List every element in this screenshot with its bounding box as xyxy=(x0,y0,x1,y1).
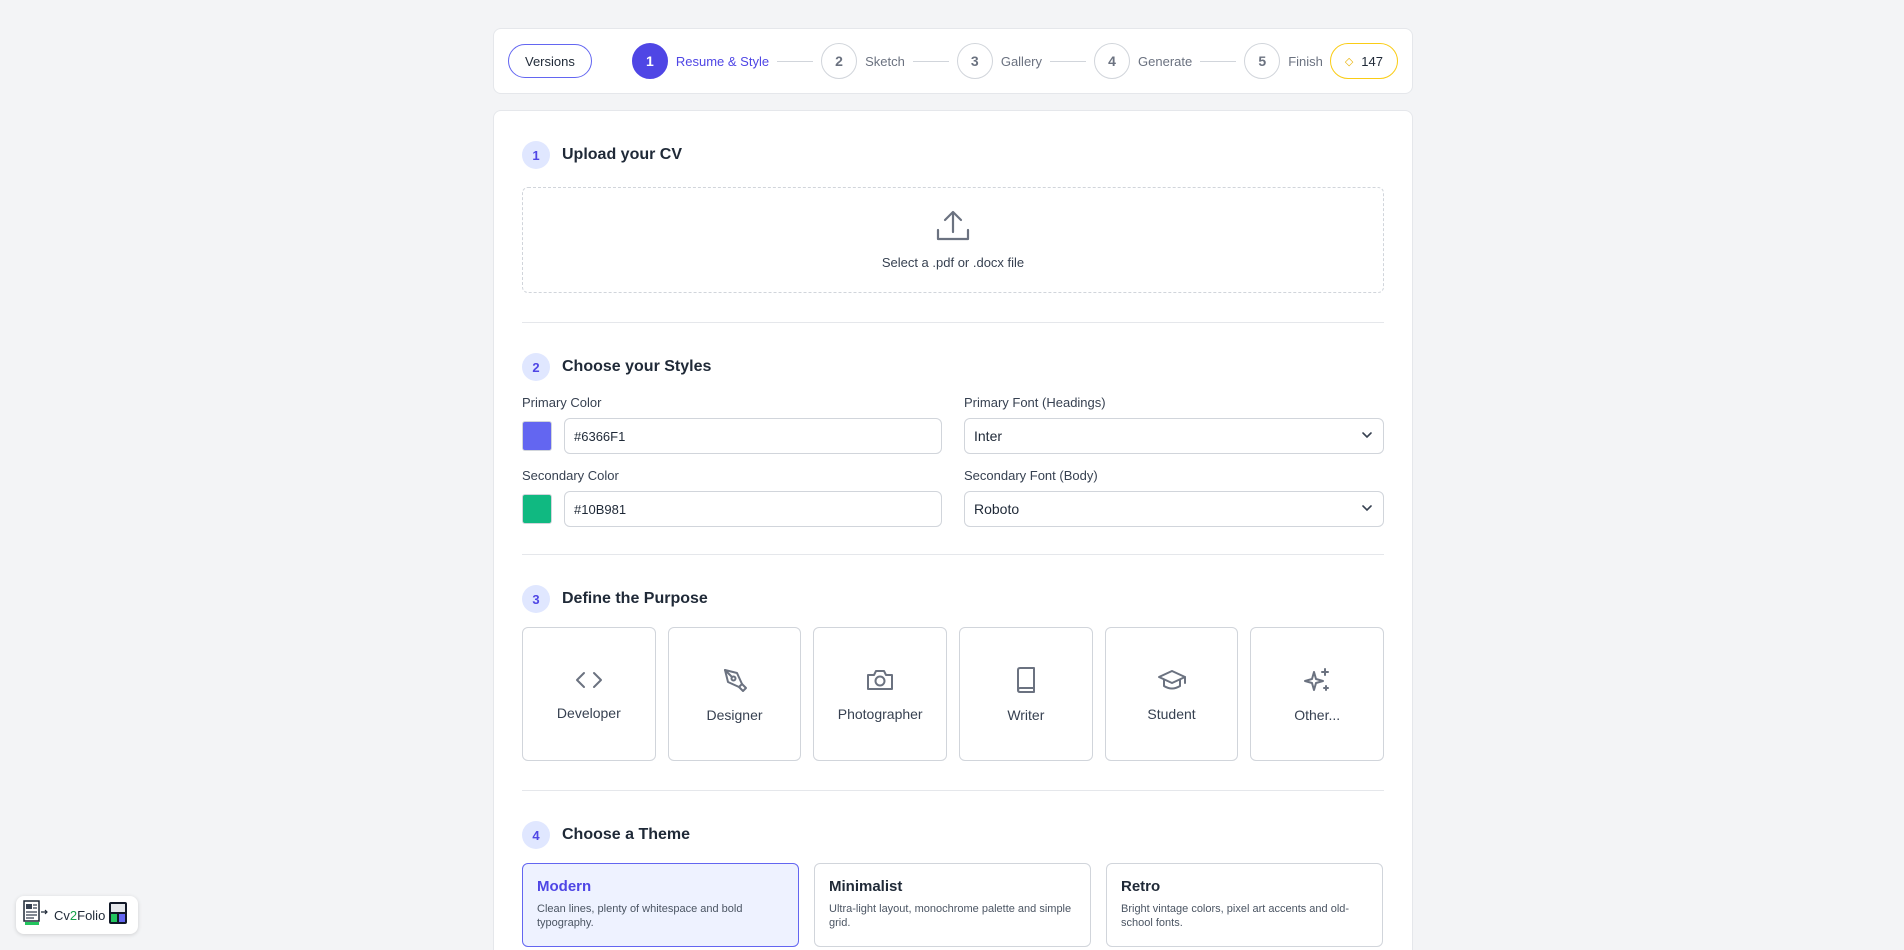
section-number: 3 xyxy=(522,585,550,613)
purpose-other[interactable]: Other... xyxy=(1250,627,1385,761)
app-logo-badge[interactable]: Cv2Folio xyxy=(16,896,138,934)
steps: 1 Resume & Style 2 Sketch 3 Gallery 4 Ge… xyxy=(631,43,1323,79)
step-number: 1 xyxy=(631,43,668,79)
select-value: Inter xyxy=(974,428,1003,444)
pen-tool-icon xyxy=(721,666,749,699)
section-number: 1 xyxy=(522,141,550,169)
field-label: Secondary Color xyxy=(522,468,619,483)
primary-font-select[interactable]: Inter xyxy=(964,418,1384,454)
field-label: Secondary Font (Body) xyxy=(964,468,1098,483)
step-label: Resume & Style xyxy=(675,53,770,69)
purpose-label: Photographer xyxy=(837,705,923,722)
credits-badge[interactable]: ◇ 147 xyxy=(1329,43,1398,79)
step-number: 2 xyxy=(821,43,858,79)
primary-color-field: Primary Color xyxy=(522,395,942,454)
logo-text: Cv2Folio xyxy=(54,907,106,923)
sparkles-icon xyxy=(1302,666,1332,699)
chevron-down-icon xyxy=(1360,501,1374,518)
styles-section-header: 2 Choose your Styles xyxy=(522,353,1384,381)
upload-icon xyxy=(936,210,970,247)
styles-grid: Primary Color Primary Font (Headings) In… xyxy=(522,395,1384,527)
book-icon xyxy=(1013,666,1039,699)
theme-section-header: 4 Choose a Theme xyxy=(522,821,1384,849)
section-number: 4 xyxy=(522,821,550,849)
theme-modern[interactable]: Modern Clean lines, plenty of whitespace… xyxy=(522,863,799,947)
step-connector xyxy=(912,60,949,62)
select-value: Roboto xyxy=(974,501,1020,517)
purpose-section-header: 3 Define the Purpose xyxy=(522,585,1384,613)
step-sketch[interactable]: 2 Sketch xyxy=(821,43,905,79)
step-label: Gallery xyxy=(1000,53,1043,69)
step-connector xyxy=(777,60,814,62)
purpose-options: Developer Designer Photographer Writer S… xyxy=(522,627,1385,761)
step-number: 4 xyxy=(1094,43,1131,79)
section-title: Choose a Theme xyxy=(562,826,691,843)
purpose-label: Designer xyxy=(706,706,763,723)
divider xyxy=(522,322,1384,323)
secondary-color-swatch[interactable] xyxy=(522,494,552,524)
theme-description: Ultra-light layout, monochrome palette a… xyxy=(829,903,1072,929)
purpose-student[interactable]: Student xyxy=(1104,627,1239,761)
purpose-developer[interactable]: Developer xyxy=(522,627,656,761)
dropzone-text: Select a .pdf or .docx file xyxy=(881,255,1025,270)
step-label: Generate xyxy=(1138,53,1193,69)
step-number: 3 xyxy=(956,43,993,79)
credits-count: 147 xyxy=(1361,53,1383,69)
primary-font-field: Primary Font (Headings) Inter xyxy=(964,395,1384,454)
chevron-down-icon xyxy=(1360,428,1374,445)
camera-icon xyxy=(865,667,895,698)
purpose-designer[interactable]: Designer xyxy=(667,627,802,761)
secondary-color-input[interactable] xyxy=(564,491,942,527)
primary-color-input[interactable] xyxy=(564,418,942,454)
theme-name: Modern xyxy=(537,878,592,895)
step-label: Finish xyxy=(1288,53,1323,69)
step-connector xyxy=(1050,60,1087,62)
divider xyxy=(522,790,1384,791)
stepper-bar: Versions 1 Resume & Style 2 Sketch 3 Gal… xyxy=(493,28,1413,94)
step-connector xyxy=(1200,60,1237,62)
step-label: Sketch xyxy=(865,53,905,69)
divider xyxy=(522,554,1384,555)
secondary-font-field: Secondary Font (Body) Roboto xyxy=(964,468,1384,527)
step-generate[interactable]: 4 Generate xyxy=(1094,43,1192,79)
theme-minimalist[interactable]: Minimalist Ultra-light layout, monochrom… xyxy=(814,863,1091,947)
field-label: Primary Color xyxy=(522,395,602,410)
theme-options: Modern Clean lines, plenty of whitespace… xyxy=(522,863,1384,947)
purpose-label: Student xyxy=(1147,705,1196,722)
secondary-color-field: Secondary Color xyxy=(522,468,942,527)
section-title: Choose your Styles xyxy=(562,358,712,375)
purpose-photographer[interactable]: Photographer xyxy=(813,627,948,761)
versions-button[interactable]: Versions xyxy=(508,44,592,78)
purpose-label: Other... xyxy=(1294,706,1341,723)
primary-color-swatch[interactable] xyxy=(522,421,552,451)
step-number: 5 xyxy=(1244,43,1281,79)
purpose-label: Writer xyxy=(1007,706,1045,723)
step-resume-style[interactable]: 1 Resume & Style xyxy=(631,43,770,79)
cv-dropzone[interactable]: Select a .pdf or .docx file xyxy=(522,187,1384,293)
cv-document-icon xyxy=(21,898,51,933)
step-finish[interactable]: 5 Finish xyxy=(1244,43,1323,79)
purpose-label: Developer xyxy=(556,704,621,721)
graduation-cap-icon xyxy=(1157,667,1187,698)
field-label: Primary Font (Headings) xyxy=(964,395,1106,410)
theme-retro[interactable]: Retro Bright vintage colors, pixel art a… xyxy=(1106,863,1383,947)
main-card: 1 Upload your CV Select a .pdf or .docx … xyxy=(493,110,1413,950)
section-number: 2 xyxy=(522,353,550,381)
theme-name: Retro xyxy=(1121,878,1161,895)
theme-name: Minimalist xyxy=(829,878,903,895)
section-title: Define the Purpose xyxy=(562,590,708,607)
upload-section-header: 1 Upload your CV xyxy=(522,141,1384,169)
purpose-writer[interactable]: Writer xyxy=(959,627,1093,761)
code-icon xyxy=(574,668,604,697)
theme-description: Clean lines, plenty of whitespace and bo… xyxy=(537,903,743,929)
section-title: Upload your CV xyxy=(562,146,683,163)
sparkle-icon: ◇ xyxy=(1344,55,1354,68)
step-gallery[interactable]: 3 Gallery xyxy=(956,43,1043,79)
secondary-font-select[interactable]: Roboto xyxy=(964,491,1384,527)
theme-description: Bright vintage colors, pixel art accents… xyxy=(1121,903,1350,929)
portfolio-icon xyxy=(108,901,128,930)
